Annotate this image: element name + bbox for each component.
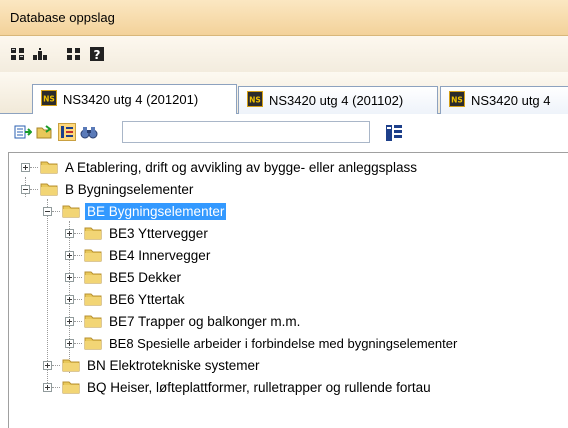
expand-icon[interactable] (21, 162, 30, 172)
tree-node-label: BE3 Yttervegger (109, 225, 208, 241)
ns-badge-icon: NS (449, 91, 465, 110)
ns-badge-icon: NS (247, 91, 263, 110)
tab-label: NS3420 utg 4 (201102) (269, 93, 404, 108)
tab-label: NS3420 utg 4 (201201) (63, 92, 199, 107)
ns-badge-icon: NS (41, 90, 57, 109)
expand-icon[interactable] (65, 250, 74, 260)
window-titlebar: Database oppslag (0, 0, 568, 36)
search-input[interactable] (122, 121, 370, 143)
folder-icon (40, 160, 58, 174)
main-toolbar: ? (0, 36, 568, 72)
collapse-icon[interactable] (43, 206, 52, 216)
svg-text:NS: NS (451, 96, 463, 105)
svg-text:?: ? (94, 48, 101, 62)
expand-icon[interactable] (43, 360, 52, 370)
folder-icon (84, 270, 102, 284)
collapse-icon[interactable] (21, 184, 30, 194)
svg-text:NS: NS (43, 95, 55, 104)
expand-icon[interactable] (65, 294, 74, 304)
open-folder-icon[interactable] (36, 123, 54, 141)
tree-node[interactable]: BE Bygningselementer (43, 200, 227, 222)
binoculars-icon[interactable] (80, 123, 98, 141)
tab-label: NS3420 utg 4 (471, 93, 551, 108)
collapse-icon[interactable] (32, 45, 50, 63)
tree-node-label: BE5 Dekker (109, 269, 182, 285)
folder-icon (84, 226, 102, 240)
tree-node[interactable]: BE6 Yttertak (65, 288, 187, 310)
tree-view[interactable]: A Etablering, drift og avvikling av bygg… (8, 152, 568, 428)
folder-icon (84, 314, 102, 328)
tab-ns3420-201102[interactable]: NS NS3420 utg 4 (201102) (238, 86, 438, 114)
expand-icon[interactable] (65, 272, 74, 282)
tree-node-label: BE7 Trapper og balkonger m.m. (109, 313, 301, 329)
tree-node-label: B Bygningselementer (65, 181, 194, 197)
tree-node[interactable]: A Etablering, drift og avvikling av bygg… (21, 156, 419, 178)
tree-node-label: BE4 Innervegger (109, 247, 211, 263)
help-icon[interactable]: ? (88, 45, 106, 63)
tree-node[interactable]: BQ Heiser, løfteplattformer, rulletrappe… (43, 376, 433, 398)
tree-node-label: BN Elektrotekniske systemer (87, 357, 260, 373)
tab-strip: NS NS3420 utg 4 (201201) NS NS3420 utg 4… (0, 72, 568, 114)
folder-icon (84, 292, 102, 306)
tree-node[interactable]: BE3 Yttervegger (65, 222, 210, 244)
grid-icon[interactable] (66, 45, 84, 63)
expand-all-icon[interactable] (10, 45, 28, 63)
tree-node-label: A Etablering, drift og avvikling av bygg… (65, 159, 417, 175)
tree-node-label: BE Bygningselementer (85, 202, 227, 220)
search-go-icon[interactable] (385, 124, 403, 142)
expand-icon[interactable] (65, 316, 74, 326)
tree-node[interactable]: BE7 Trapper og balkonger m.m. (65, 310, 302, 332)
folder-icon (84, 248, 102, 262)
tree-node[interactable]: B Bygningselementer (21, 178, 195, 200)
tree-node-label: BE6 Yttertak (109, 291, 185, 307)
tree-node-label: BQ Heiser, løfteplattformer, rulletrappe… (87, 379, 431, 395)
tree-node[interactable]: BE4 Innervegger (65, 244, 212, 266)
tree-view-icon[interactable] (58, 123, 76, 141)
import-icon[interactable] (14, 123, 32, 141)
folder-icon (84, 336, 102, 350)
tab-ns3420-3[interactable]: NS NS3420 utg 4 (440, 86, 568, 114)
window-title: Database oppslag (10, 10, 115, 25)
tree-node-label: BE8 Spesielle arbeider i forbindelse med… (109, 335, 458, 351)
expand-icon[interactable] (65, 228, 74, 238)
folder-icon (40, 182, 58, 196)
expand-icon[interactable] (43, 382, 52, 392)
tree-node[interactable]: BE5 Dekker (65, 266, 183, 288)
folder-icon (62, 204, 80, 218)
expand-icon[interactable] (65, 338, 74, 348)
svg-text:NS: NS (249, 96, 261, 105)
tree-node[interactable]: BE8 Spesielle arbeider i forbindelse med… (65, 332, 459, 354)
folder-icon (62, 380, 80, 394)
folder-icon (62, 358, 80, 372)
tab-ns3420-201201[interactable]: NS NS3420 utg 4 (201201) (32, 84, 237, 114)
tree-node[interactable]: BN Elektrotekniske systemer (43, 354, 262, 376)
